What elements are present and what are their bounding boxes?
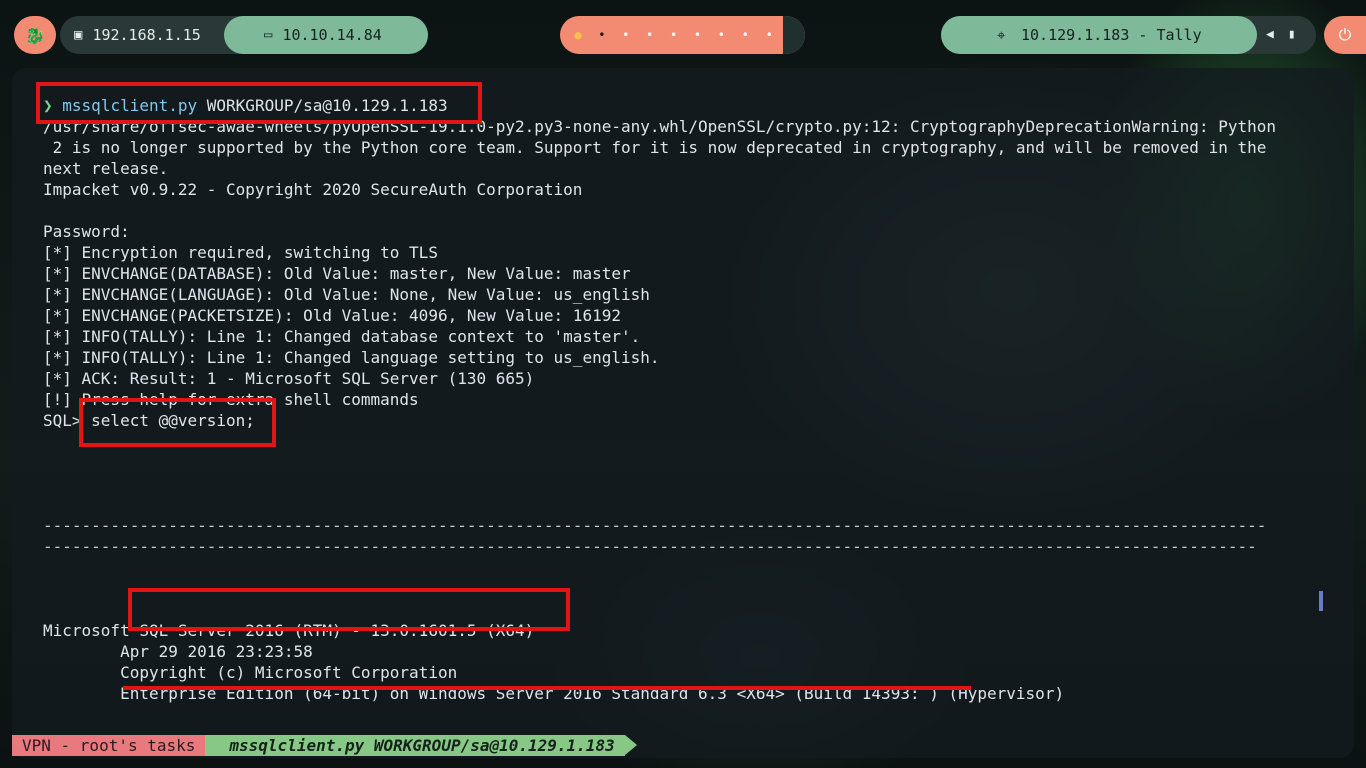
local-ip-text: 192.168.1.15 bbox=[92, 26, 201, 44]
kali-dragon-icon: 🐉 bbox=[25, 25, 45, 45]
underline-edition bbox=[123, 686, 971, 690]
workspace-2[interactable]: • bbox=[590, 28, 614, 42]
workspace-6[interactable]: • bbox=[686, 28, 710, 42]
terminal-line: [*] INFO(TALLY): Line 1: Changed languag… bbox=[43, 348, 660, 367]
vpn-ip-text: 10.10.14.84 bbox=[282, 26, 382, 44]
statusline-command: mssqlclient.py WORKGROUP/sa@10.129.1.183 bbox=[205, 735, 638, 756]
network-indicators: ▣ 192.168.1.15 ▭ 10.10.14.84 bbox=[60, 16, 428, 54]
workspace-3[interactable]: • bbox=[614, 28, 638, 42]
terminal-line: Impacket v0.9.22 - Copyright 2020 Secure… bbox=[43, 180, 583, 199]
terminal-line: Apr 29 2016 23:23:58 bbox=[43, 642, 313, 661]
scrollbar-thumb[interactable] bbox=[1319, 591, 1323, 611]
laptop-icon: ▭ bbox=[264, 27, 273, 43]
workspace-8[interactable]: • bbox=[733, 28, 757, 42]
power-icon: ⏻ bbox=[1338, 25, 1352, 44]
highlight-query-box bbox=[79, 398, 276, 447]
workspace-7[interactable]: • bbox=[709, 28, 733, 42]
shell-statusline: VPN - root's tasks mssqlclient.py WORKGR… bbox=[12, 735, 638, 756]
target-indicator-group: ⌖ 10.129.1.183 - Tally bbox=[941, 16, 1316, 54]
terminal-line: next release. bbox=[43, 159, 169, 178]
workspace-1[interactable]: ● bbox=[566, 28, 590, 42]
battery-icon[interactable]: ▮ bbox=[1288, 27, 1296, 42]
workspace-9[interactable]: • bbox=[757, 28, 781, 42]
network-icon: ▣ bbox=[74, 27, 83, 43]
power-button[interactable]: ⏻ bbox=[1324, 16, 1366, 54]
terminal-line: [*] ENVCHANGE(PACKETSIZE): Old Value: 40… bbox=[43, 306, 621, 325]
terminal-line: [*] ENVCHANGE(DATABASE): Old Value: mast… bbox=[43, 264, 631, 283]
highlight-command-box bbox=[36, 82, 482, 124]
launcher-button[interactable]: 🐉 bbox=[14, 16, 56, 54]
local-ip-indicator[interactable]: ▣ 192.168.1.15 bbox=[60, 16, 224, 54]
terminal-line: [*] Encryption required, switching to TL… bbox=[43, 243, 438, 262]
terminal-line: Password: bbox=[43, 222, 130, 241]
volume-icon[interactable]: ◀︎ bbox=[1266, 27, 1274, 42]
terminal-line: [*] ENVCHANGE(LANGUAGE): Old Value: None… bbox=[43, 285, 650, 304]
terminal-line: [*] INFO(TALLY): Line 1: Changed databas… bbox=[43, 327, 641, 346]
workspace-5[interactable]: • bbox=[662, 28, 686, 42]
workspace-switcher: ●••••••••• bbox=[560, 16, 805, 54]
terminal-line: Copyright (c) Microsoft Corporation bbox=[43, 663, 458, 682]
target-indicator[interactable]: ⌖ 10.129.1.183 - Tally bbox=[941, 16, 1257, 54]
vpn-ip-indicator[interactable]: ▭ 10.10.14.84 bbox=[224, 16, 428, 54]
crosshair-icon: ⌖ bbox=[997, 26, 1006, 44]
system-tray: ◀︎ ▮ bbox=[1266, 27, 1296, 42]
workspace-4[interactable]: • bbox=[638, 28, 662, 42]
highlight-version-box bbox=[128, 588, 570, 631]
terminal-line: 2 is no longer supported by the Python c… bbox=[43, 138, 1267, 157]
terminal-line: ----------------------------------------… bbox=[43, 537, 1257, 556]
terminal-line: ----------------------------------------… bbox=[43, 516, 1267, 535]
target-text: 10.129.1.183 - Tally bbox=[1021, 26, 1202, 44]
statusline-session: VPN - root's tasks bbox=[12, 735, 218, 756]
terminal-line: [*] ACK: Result: 1 - Microsoft SQL Serve… bbox=[43, 369, 535, 388]
